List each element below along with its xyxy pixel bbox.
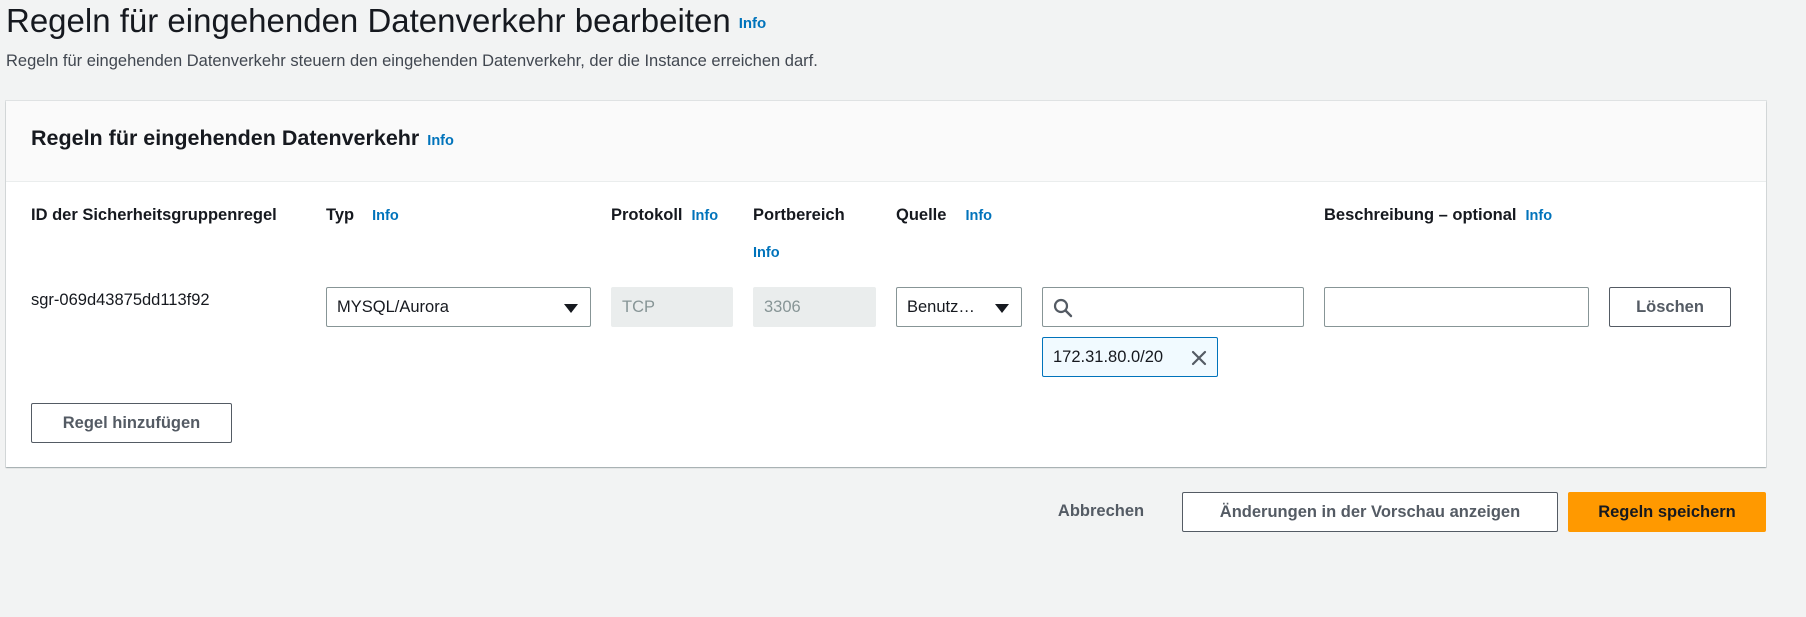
column-label-port-range: Portbereich xyxy=(753,206,845,224)
port-range-field: 3306 xyxy=(753,287,876,327)
source-cidr-value: 172.31.80.0/20 xyxy=(1053,348,1164,366)
source-search-input[interactable] xyxy=(1042,287,1304,327)
rule-id-value: sgr-069d43875dd113f92 xyxy=(31,291,210,309)
type-select[interactable]: MYSQL/Aurora xyxy=(326,287,591,327)
panel-header: Regeln für eingehenden Datenverkehr Info xyxy=(6,101,1766,182)
column-header-description: Beschreibung – optional Info xyxy=(1324,206,1552,225)
source-cidr-token: 172.31.80.0/20 xyxy=(1042,337,1218,377)
page-title-info-link[interactable]: Info xyxy=(739,15,767,32)
page-title: Regeln für eingehenden Datenverkehr bear… xyxy=(6,2,766,40)
description-info-link[interactable]: Info xyxy=(1526,208,1553,224)
column-label-type: Typ xyxy=(326,206,355,224)
preview-changes-button[interactable]: Änderungen in der Vorschau anzeigen xyxy=(1182,492,1558,532)
panel-title-text: Regeln für eingehenden Datenverkehr xyxy=(31,126,420,150)
column-header-protocol: Protokoll Info xyxy=(611,206,718,225)
inbound-rules-panel: Regeln für eingehenden Datenverkehr Info … xyxy=(6,101,1766,467)
source-type-select[interactable]: Benutz… xyxy=(896,287,1022,327)
panel-title-info-link[interactable]: Info xyxy=(427,133,454,149)
protocol-info-link[interactable]: Info xyxy=(692,208,719,224)
column-label-source: Quelle xyxy=(896,206,947,224)
column-label-description: Beschreibung – optional xyxy=(1324,206,1517,224)
panel-title: Regeln für eingehenden Datenverkehr Info xyxy=(31,126,454,151)
description-input[interactable] xyxy=(1324,287,1589,327)
port-range-info-link[interactable]: Info xyxy=(753,245,780,261)
save-rules-button[interactable]: Regeln speichern xyxy=(1568,492,1766,532)
protocol-value: TCP xyxy=(622,298,655,316)
port-range-value: 3306 xyxy=(764,298,801,316)
column-label-protocol: Protokoll xyxy=(611,206,683,224)
caret-down-icon xyxy=(995,304,1009,313)
type-select-value: MYSQL/Aurora xyxy=(337,298,449,316)
page-title-text: Regeln für eingehenden Datenverkehr bear… xyxy=(6,2,731,39)
delete-rule-button[interactable]: Löschen xyxy=(1609,287,1731,327)
add-rule-button[interactable]: Regel hinzufügen xyxy=(31,403,232,443)
column-header-port-range: Portbereich xyxy=(753,206,845,225)
page-description: Regeln für eingehenden Datenverkehr steu… xyxy=(6,52,818,70)
source-type-value: Benutz… xyxy=(907,298,975,316)
close-icon[interactable] xyxy=(1189,348,1209,368)
protocol-field: TCP xyxy=(611,287,733,327)
caret-down-icon xyxy=(564,304,578,313)
column-header-type: Typ Info xyxy=(326,206,399,225)
column-header-source: Quelle Info xyxy=(896,206,992,225)
column-header-rule-id: ID der Sicherheitsgruppenregel xyxy=(31,206,277,225)
type-info-link[interactable]: Info xyxy=(372,208,399,224)
search-icon xyxy=(1053,298,1073,318)
source-info-link[interactable]: Info xyxy=(965,208,992,224)
cancel-button[interactable]: Abbrechen xyxy=(1038,492,1164,532)
column-label-rule-id: ID der Sicherheitsgruppenregel xyxy=(31,206,277,224)
